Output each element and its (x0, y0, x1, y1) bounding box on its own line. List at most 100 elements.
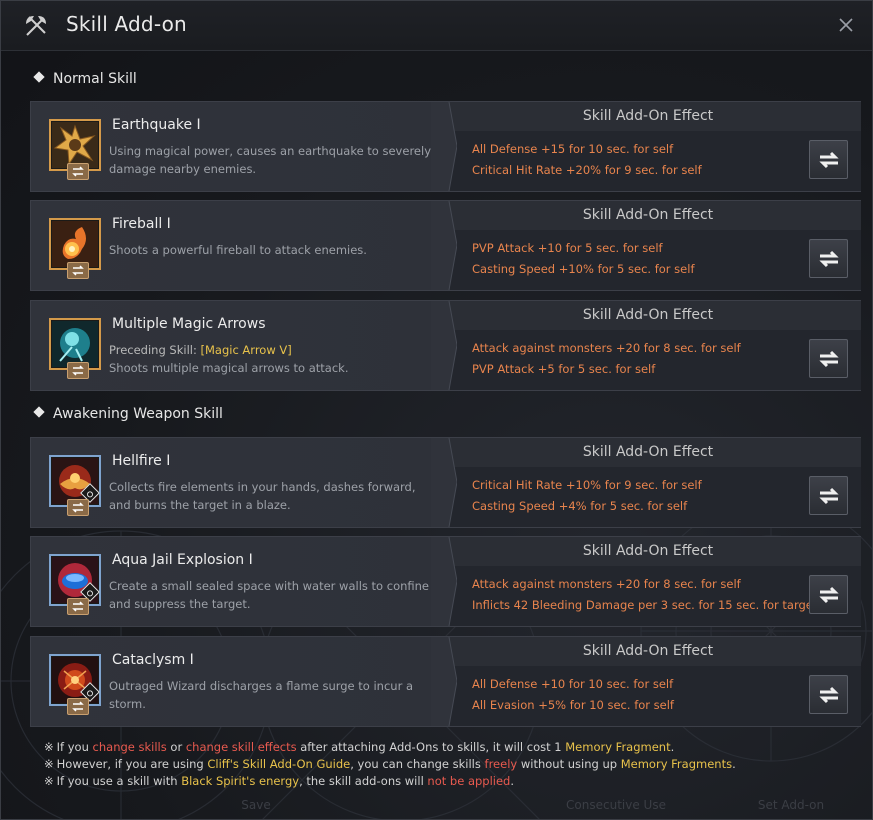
note-highlight: not be applied (427, 774, 511, 788)
note-text: without using up (517, 757, 621, 771)
swap-arrows-icon (819, 250, 839, 268)
note-line: ※ If you use a skill with Black Spirit's … (44, 773, 736, 790)
change-addon-button[interactable] (809, 675, 848, 714)
effect-header: Skill Add-On Effect (582, 643, 714, 659)
swap-badge-icon (67, 163, 89, 180)
change-addon-button[interactable] (809, 575, 848, 614)
swap-badge-icon (67, 499, 89, 516)
swap-arrows-icon (819, 350, 839, 368)
skill-name: Earthquake I (112, 117, 201, 133)
effect-header: Skill Add-On Effect (582, 543, 714, 559)
skill-row: Cataclysm I Outraged Wizard discharges a… (30, 636, 861, 727)
crossed-axes-icon (26, 16, 46, 36)
note-highlight: freely (484, 757, 518, 771)
effect-line: All Defense +10 for 10 sec. for self (472, 677, 674, 691)
swap-badge-icon (67, 362, 89, 379)
change-addon-button[interactable] (809, 239, 848, 278)
note-text: after attaching Add-Ons to skills, it wi… (296, 740, 566, 754)
note-mark: ※ (44, 740, 54, 754)
skill-description: Collects fire elements in your hands, da… (109, 480, 416, 512)
note-highlight: Black Spirit's energy (181, 774, 300, 788)
skill-description: Using magical power, causes an earthquak… (109, 144, 431, 176)
window-title: Skill Add-on (66, 12, 187, 36)
note-text: If you use a skill with (56, 774, 182, 788)
effect-header: Skill Add-On Effect (582, 307, 714, 323)
swap-arrows-icon (819, 686, 839, 704)
skill-row: Multiple Magic Arrows Preceding Skill: [… (30, 300, 861, 391)
effect-list: Attack against monsters +20 for 8 sec. f… (461, 567, 861, 625)
effect-line: PVP Attack +10 for 5 sec. for self (472, 241, 663, 255)
skill-row: Earthquake I Using magical power, causes… (30, 101, 861, 192)
effect-line: Casting Speed +4% for 5 sec. for self (472, 499, 688, 513)
skill-name: Fireball I (112, 216, 171, 232)
skill-description: Shoots a powerful fireball to attack ene… (109, 243, 367, 257)
skill-description: Preceding Skill: [Magic Arrow V] Shoots … (109, 341, 439, 377)
notes-block: ※ If you change skills or change skill ef… (44, 739, 736, 790)
swap-badge-icon (67, 598, 89, 615)
swap-arrows-icon (819, 151, 839, 169)
skill-name: Multiple Magic Arrows (112, 316, 266, 332)
prereq-label: Preceding Skill: (109, 343, 201, 357)
swap-arrows-icon (819, 586, 839, 604)
swap-badge-icon (67, 262, 89, 279)
diamond-bullet-icon (33, 71, 45, 83)
change-addon-button[interactable] (809, 339, 848, 378)
skill-name: Aqua Jail Explosion I (112, 552, 253, 568)
effect-line: Critical Hit Rate +20% for 9 sec. for se… (472, 163, 702, 177)
note-mark: ※ (44, 774, 54, 788)
change-addon-button[interactable] (809, 476, 848, 515)
change-addon-button[interactable] (809, 140, 848, 179)
effect-line: Inflicts 42 Bleeding Damage per 3 sec. f… (472, 598, 818, 612)
effect-list: All Defense +10 for 10 sec. for self All… (461, 667, 861, 725)
swap-arrows-icon (819, 487, 839, 505)
note-text: . (510, 774, 515, 788)
save-button[interactable]: Save (181, 791, 331, 819)
note-text: If you (56, 740, 93, 754)
effect-list: Attack against monsters +20 for 8 sec. f… (461, 331, 861, 389)
close-icon[interactable] (836, 15, 856, 35)
effect-header: Skill Add-On Effect (582, 207, 714, 223)
note-line: ※ However, if you are using Cliff's Skill… (44, 756, 736, 773)
effect-list: PVP Attack +10 for 5 sec. for self Casti… (461, 231, 861, 289)
skill-row: Fireball I Shoots a powerful fireball to… (30, 200, 861, 291)
effect-line: All Evasion +5% for 10 sec. for self (472, 698, 674, 712)
effect-list: Critical Hit Rate +10% for 9 sec. for se… (461, 468, 861, 526)
effect-line: Attack against monsters +20 for 8 sec. f… (472, 341, 741, 355)
note-line: ※ If you change skills or change skill ef… (44, 739, 736, 756)
note-highlight: Cliff's Skill Add-On Guide (207, 757, 351, 771)
note-text: . (732, 757, 736, 771)
note-mark: ※ (44, 757, 54, 771)
effect-line: Critical Hit Rate +10% for 9 sec. for se… (472, 478, 702, 492)
section-normal-skill: Normal Skill (33, 71, 137, 87)
note-text: or (166, 740, 186, 754)
set-addon-button[interactable]: Set Add-on (721, 791, 861, 819)
prereq-skill: [Magic Arrow V] (200, 343, 292, 357)
section-label: Awakening Weapon Skill (53, 406, 223, 422)
note-text: . (670, 740, 675, 754)
skill-addon-window: Skill Add-on Normal Skill Earthquake I U… (0, 0, 873, 820)
skill-description: Outraged Wizard discharges a flame surge… (109, 679, 414, 711)
skill-name: Hellfire I (112, 453, 171, 469)
effect-line: All Defense +15 for 10 sec. for self (472, 142, 674, 156)
title-bar: Skill Add-on (1, 1, 872, 51)
note-text: However, if you are using (56, 757, 208, 771)
note-text: , the skill add-ons will (299, 774, 428, 788)
swap-badge-icon (67, 698, 89, 715)
skill-name: Cataclysm I (112, 652, 194, 668)
skill-row: Aqua Jail Explosion I Create a small sea… (30, 536, 861, 627)
note-highlight: Memory Fragments (620, 757, 733, 771)
effect-list: All Defense +15 for 10 sec. for self Cri… (461, 132, 861, 190)
skill-desc-text: Shoots multiple magical arrows to attack… (109, 361, 349, 375)
consecutive-use-button[interactable]: Consecutive Use (526, 791, 706, 819)
footer-bar: Save Consecutive Use Set Add-on (1, 791, 872, 819)
effect-header: Skill Add-On Effect (582, 444, 714, 460)
effect-line: PVP Attack +5 for 5 sec. for self (472, 362, 656, 376)
skill-description: Create a small sealed space with water w… (109, 579, 430, 611)
section-awakening-skill: Awakening Weapon Skill (33, 406, 223, 422)
note-highlight: Memory Fragment (565, 740, 671, 754)
effect-line: Casting Speed +10% for 5 sec. for self (472, 262, 695, 276)
note-highlight: change skills (92, 740, 167, 754)
note-text: , you can change skills (350, 757, 485, 771)
section-label: Normal Skill (53, 71, 137, 87)
skill-row: Hellfire I Collects fire elements in you… (30, 437, 861, 528)
